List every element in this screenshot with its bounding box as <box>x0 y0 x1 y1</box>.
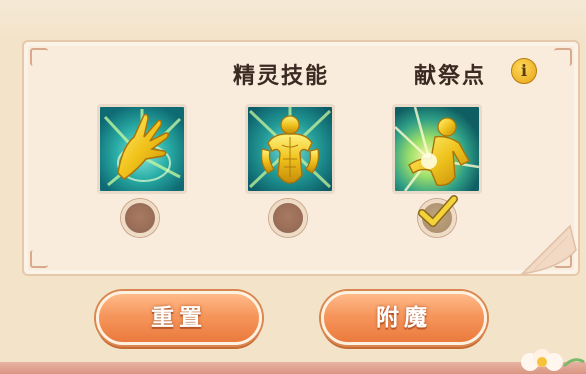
enchant-button[interactable]: 附魔 <box>321 291 487 345</box>
panel-corner-ornament <box>30 250 48 268</box>
skill-2-select-toggle[interactable] <box>269 199 307 237</box>
panel-corner-ornament <box>30 48 48 66</box>
skill-slot-1[interactable] <box>97 104 187 194</box>
panel-corner-ornament <box>554 48 572 66</box>
sacrifice-points-heading: 献祭点 <box>414 64 487 89</box>
flower-decoration <box>521 349 585 371</box>
page-curl-decoration <box>520 224 577 276</box>
golden-muscle-figure-icon <box>248 107 332 191</box>
info-icon[interactable]: i <box>511 58 537 84</box>
top-background <box>0 0 586 40</box>
skill-1-select-toggle[interactable] <box>121 199 159 237</box>
reset-button[interactable]: 重置 <box>96 291 262 345</box>
bottom-decor-bar <box>0 362 586 374</box>
skill-slot-3[interactable] <box>392 104 482 194</box>
golden-radiant-figure-icon <box>395 107 479 191</box>
spirit-skill-heading: 精灵技能 <box>233 64 330 89</box>
checkmark-icon <box>418 195 458 227</box>
skill-slot-2[interactable] <box>245 104 335 194</box>
golden-hand-icon <box>100 107 184 191</box>
